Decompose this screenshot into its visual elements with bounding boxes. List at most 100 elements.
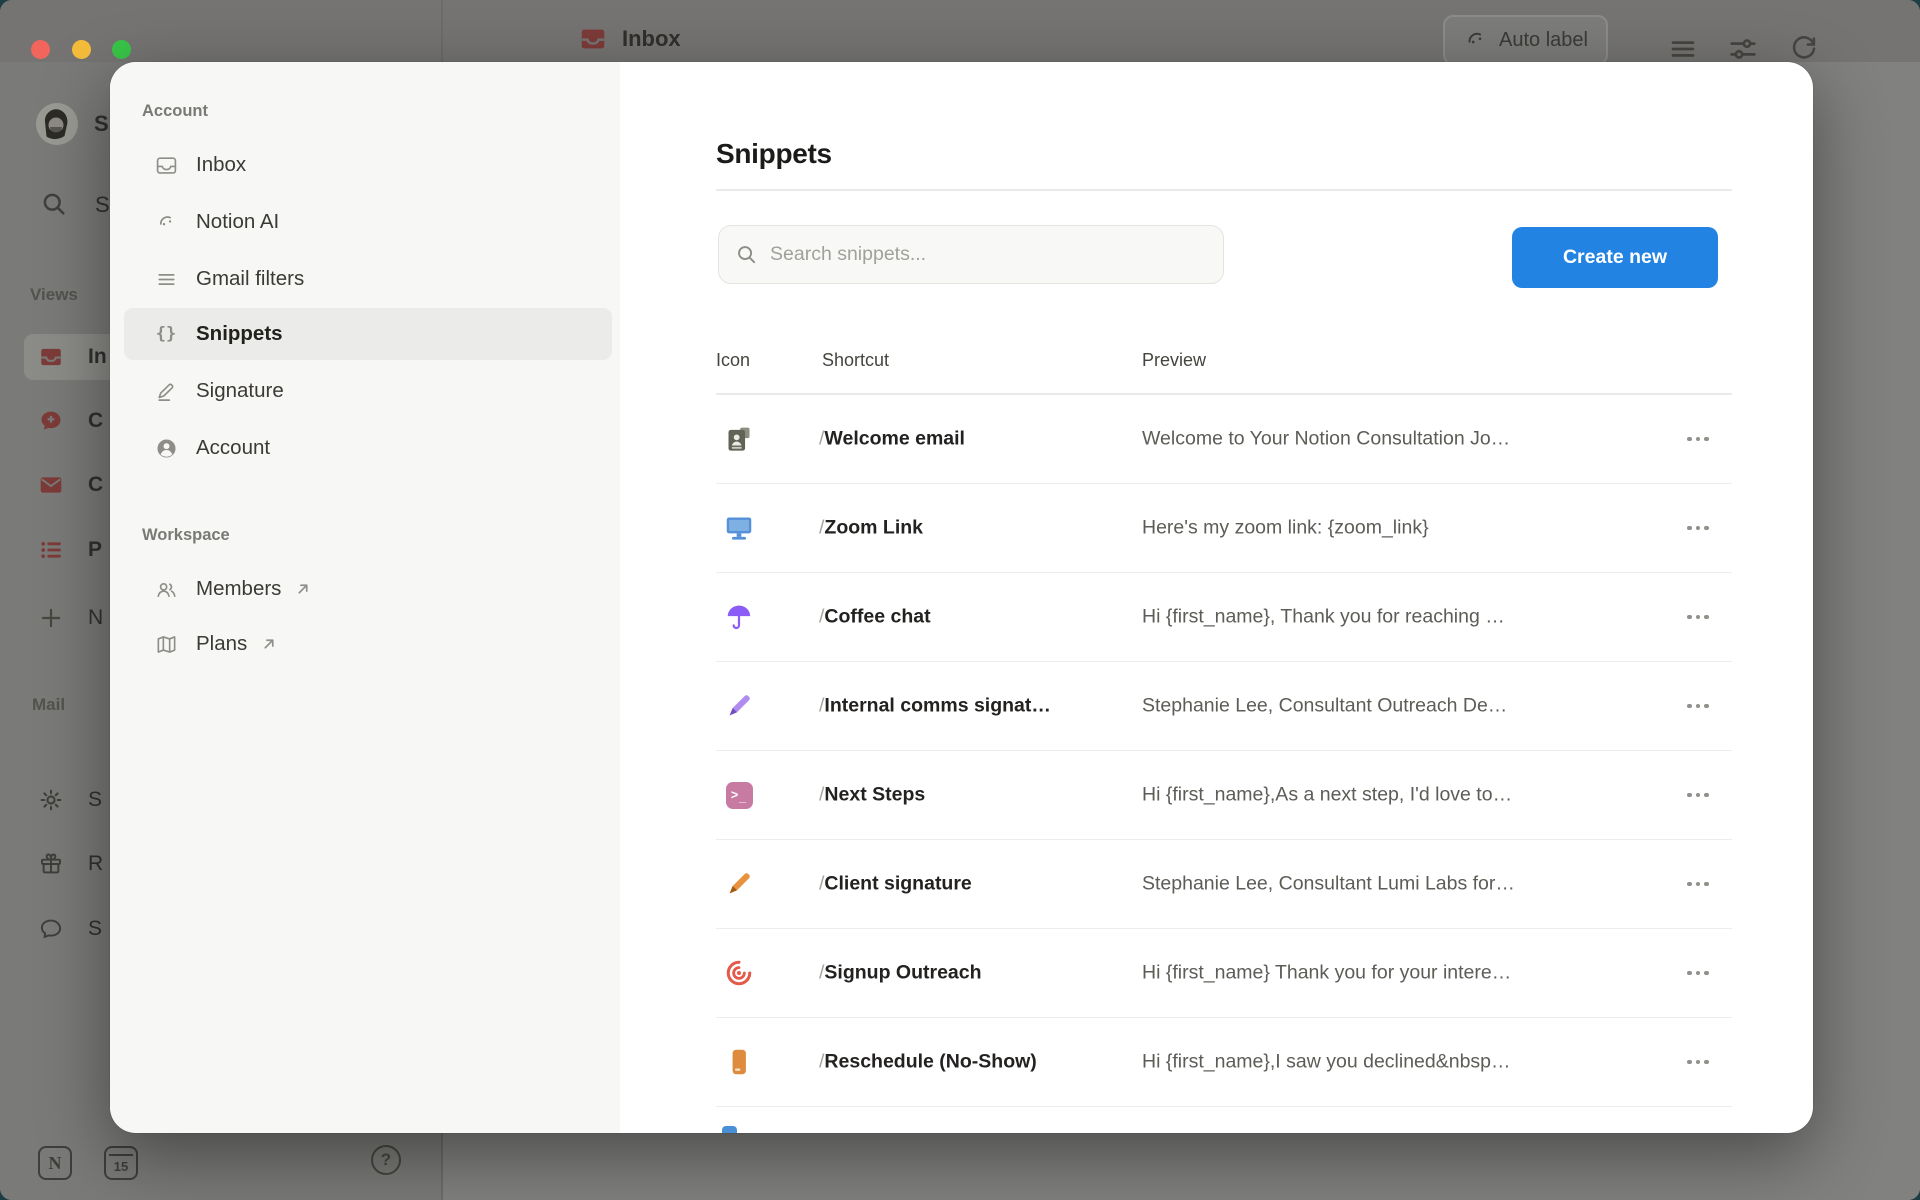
views-section-label: Views: [30, 285, 78, 305]
row-menu-button[interactable]: [1668, 508, 1728, 548]
notion-mail-window: Inbox Auto label S S Views In C C P: [0, 0, 1920, 1200]
zoom-window-button[interactable]: [112, 40, 131, 59]
snippet-shortcut: /Client signature: [819, 873, 972, 896]
snippet-preview: Hi {first_name},As a next step, I'd love…: [1142, 784, 1512, 807]
filter-lines-icon: [154, 268, 178, 291]
sliders-icon[interactable]: [1726, 32, 1760, 66]
snippet-shortcut: /Internal comms signat…: [819, 695, 1051, 718]
bg-page-title: Inbox: [622, 26, 681, 52]
chat-bubble-icon: [38, 916, 64, 942]
row-menu-button[interactable]: [1668, 686, 1728, 726]
settings-item-snippets[interactable]: {} Snippets: [124, 308, 612, 360]
filter-lines-icon[interactable]: [1666, 32, 1700, 66]
bg-inbox-title: Inbox: [578, 24, 681, 54]
refresh-icon[interactable]: [1788, 31, 1820, 63]
minimize-window-button[interactable]: [72, 40, 91, 59]
row-menu-button[interactable]: [1668, 419, 1728, 459]
terminal-icon: >_: [724, 780, 754, 810]
snippet-shortcut: /Signup Outreach: [819, 962, 982, 985]
create-new-button[interactable]: Create new: [1512, 227, 1718, 288]
table-row[interactable]: /Client signature Stephanie Lee, Consult…: [716, 840, 1732, 929]
settings-sidebar: Account Inbox Notion AI Gmail filters {}…: [110, 62, 620, 1133]
settings-item-plans[interactable]: Plans: [124, 618, 612, 670]
search-icon[interactable]: [40, 190, 68, 218]
pen-icon: [724, 869, 754, 899]
snippet-preview: Stephanie Lee, Consultant Outreach De…: [1142, 695, 1507, 718]
next-row-icon-peek: [722, 1126, 737, 1133]
snippet-shortcut: /Zoom Link: [819, 517, 923, 540]
snippet-preview: Hi {first_name},I saw you declined&nbsp…: [1142, 1051, 1511, 1074]
gear-icon: [38, 787, 64, 813]
notion-logo[interactable]: N: [38, 1146, 72, 1180]
page-title: Snippets: [716, 138, 832, 170]
person-circle-icon: [154, 437, 178, 460]
settings-item-signature[interactable]: Signature: [124, 365, 612, 417]
external-link-icon: [293, 579, 313, 599]
table-row[interactable]: /Signup Outreach Hi {first_name} Thank y…: [716, 929, 1732, 1018]
sidebar-item-inbox[interactable]: In: [38, 344, 107, 370]
snippet-preview: Here's my zoom link: {zoom_link}: [1142, 517, 1429, 540]
workspace-section-label: Workspace: [142, 526, 230, 545]
auto-label-button[interactable]: Auto label: [1443, 15, 1608, 65]
calendar-icon[interactable]: 15: [104, 1146, 138, 1180]
search-icon: [735, 243, 758, 266]
envelope-icon: [38, 472, 64, 498]
settings-item-account[interactable]: Account: [124, 422, 612, 474]
account-section-label: Account: [142, 102, 208, 121]
members-icon: [154, 578, 178, 601]
table-row[interactable]: /Coffee chat Hi {first_name}, Thank you …: [716, 573, 1732, 662]
comment-plus-icon: [38, 408, 64, 434]
plus-icon: [38, 605, 64, 631]
external-link-icon: [259, 634, 279, 654]
bg-search-label: S: [95, 192, 110, 218]
table-row[interactable]: /Zoom Link Here's my zoom link: {zoom_li…: [716, 484, 1732, 573]
sidebar-item-settings[interactable]: S: [38, 787, 102, 813]
sidebar-item-refer[interactable]: R: [38, 851, 103, 877]
snippet-search: [718, 225, 1224, 284]
snippet-preview: Hi {first_name} Thank you for your inter…: [1142, 962, 1511, 985]
list-icon: [38, 537, 64, 563]
gift-icon: [38, 851, 64, 877]
row-menu-button[interactable]: [1668, 1042, 1728, 1082]
contact-card-icon: [724, 424, 754, 454]
inbox-icon: [578, 24, 608, 54]
row-menu-button[interactable]: [1668, 953, 1728, 993]
notion-ai-icon: [154, 211, 178, 234]
row-menu-button[interactable]: [1668, 864, 1728, 904]
snippet-preview: Welcome to Your Notion Consultation Jo…: [1142, 428, 1510, 451]
column-header-icon: Icon: [716, 350, 750, 371]
close-window-button[interactable]: [31, 40, 50, 59]
sidebar-item-mail-view[interactable]: C: [38, 472, 103, 498]
help-button[interactable]: ?: [371, 1145, 401, 1175]
avatar[interactable]: [36, 103, 78, 145]
bg-app-header: [0, 0, 1920, 62]
search-input[interactable]: [770, 243, 1207, 266]
target-icon: [724, 958, 754, 988]
settings-item-gmail-filters[interactable]: Gmail filters: [124, 253, 612, 305]
settings-item-members[interactable]: Members: [124, 563, 612, 615]
sidebar-item-comments[interactable]: C: [38, 408, 103, 434]
table-row[interactable]: /Reschedule (No-Show) Hi {first_name},I …: [716, 1018, 1732, 1107]
table-row[interactable]: /Welcome email Welcome to Your Notion Co…: [716, 395, 1732, 484]
umbrella-icon: [724, 602, 754, 632]
sidebar-item-new-view[interactable]: N: [38, 605, 103, 631]
table-row[interactable]: >_ /Next Steps Hi {first_name},As a next…: [716, 751, 1732, 840]
column-header-preview: Preview: [1142, 350, 1206, 371]
settings-item-inbox[interactable]: Inbox: [124, 139, 612, 191]
sidebar-item-support[interactable]: S: [38, 916, 102, 942]
snippet-shortcut: /Reschedule (No-Show): [819, 1051, 1037, 1074]
table-row[interactable]: /Internal comms signat… Stephanie Lee, C…: [716, 662, 1732, 751]
bg-profile-name: S: [94, 111, 109, 137]
divider: [716, 189, 1732, 191]
inbox-icon: [154, 154, 178, 177]
snippet-shortcut: /Welcome email: [819, 428, 965, 451]
sidebar-item-list-view[interactable]: P: [38, 537, 102, 563]
signature-pen-icon: [154, 380, 178, 403]
column-header-shortcut: Shortcut: [822, 350, 889, 371]
settings-item-notion-ai[interactable]: Notion AI: [124, 196, 612, 248]
row-menu-button[interactable]: [1668, 597, 1728, 637]
pen-icon: [724, 691, 754, 721]
mail-section-label: Mail: [32, 695, 65, 715]
monitor-icon: [724, 513, 754, 543]
row-menu-button[interactable]: [1668, 775, 1728, 815]
